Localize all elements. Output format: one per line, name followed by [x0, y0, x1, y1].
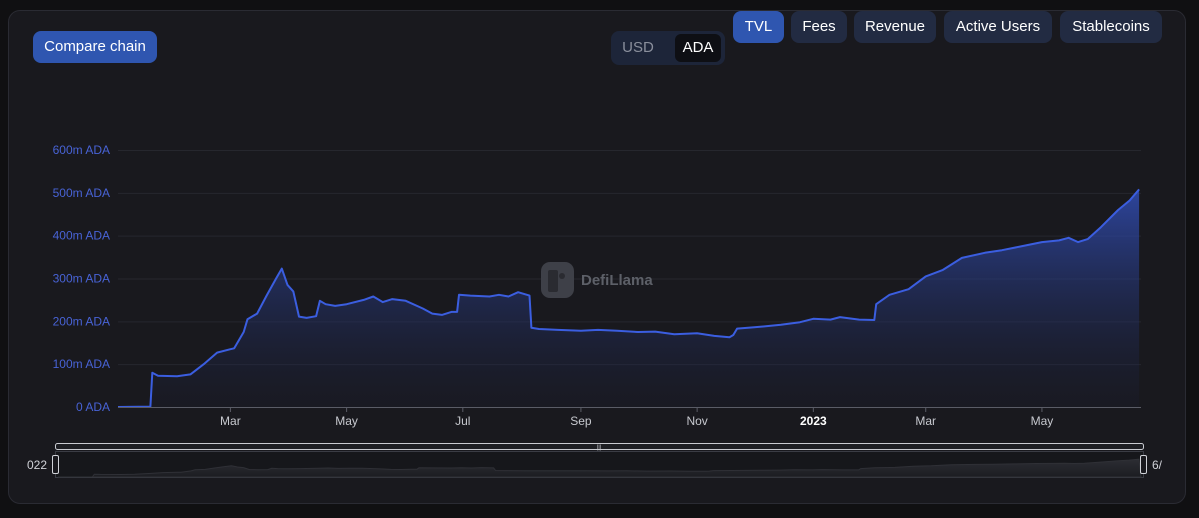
- x-tick-label: 2023: [800, 414, 827, 428]
- brush-start-label: 022: [27, 458, 47, 472]
- defillama-logo-icon: [541, 262, 574, 298]
- watermark: DefiLlama: [541, 262, 653, 298]
- x-tick-label: May: [335, 414, 358, 428]
- y-tick-label: 600m ADA: [53, 143, 110, 157]
- y-tick-label: 0 ADA: [76, 400, 110, 414]
- x-tick-label: Nov: [686, 414, 707, 428]
- y-tick-label: 500m ADA: [53, 186, 110, 200]
- brush-right-handle[interactable]: [1140, 455, 1147, 474]
- y-tick-label: 400m ADA: [53, 229, 110, 243]
- brush-left-handle[interactable]: [52, 455, 59, 474]
- tvl-area-fill: [118, 189, 1140, 407]
- x-tick-label: Mar: [220, 414, 241, 428]
- watermark-text: DefiLlama: [581, 272, 653, 289]
- x-tick-label: Mar: [915, 414, 936, 428]
- y-axis: 0 ADA 100m ADA 200m ADA 300m ADA 400m ADA 500…: [53, 143, 110, 414]
- x-tick-label: May: [1031, 414, 1054, 428]
- brush-grip-icon: |||: [597, 445, 602, 451]
- y-tick-label: 300m ADA: [53, 272, 110, 286]
- y-tick-label: 100m ADA: [53, 357, 110, 371]
- tvl-area-chart: 0 ADA 100m ADA 200m ADA 300m ADA 400m ADA 500…: [27, 143, 1163, 478]
- x-tick-label: Jul: [455, 414, 470, 428]
- y-tick-label: 200m ADA: [53, 314, 110, 328]
- brush-end-label: 6/: [1152, 458, 1163, 472]
- time-range-brush[interactable]: ||| 022 6/: [27, 443, 1163, 478]
- x-axis: Mar May Jul Sep Nov 2023 Mar May: [220, 407, 1053, 428]
- x-tick-label: Sep: [570, 414, 592, 428]
